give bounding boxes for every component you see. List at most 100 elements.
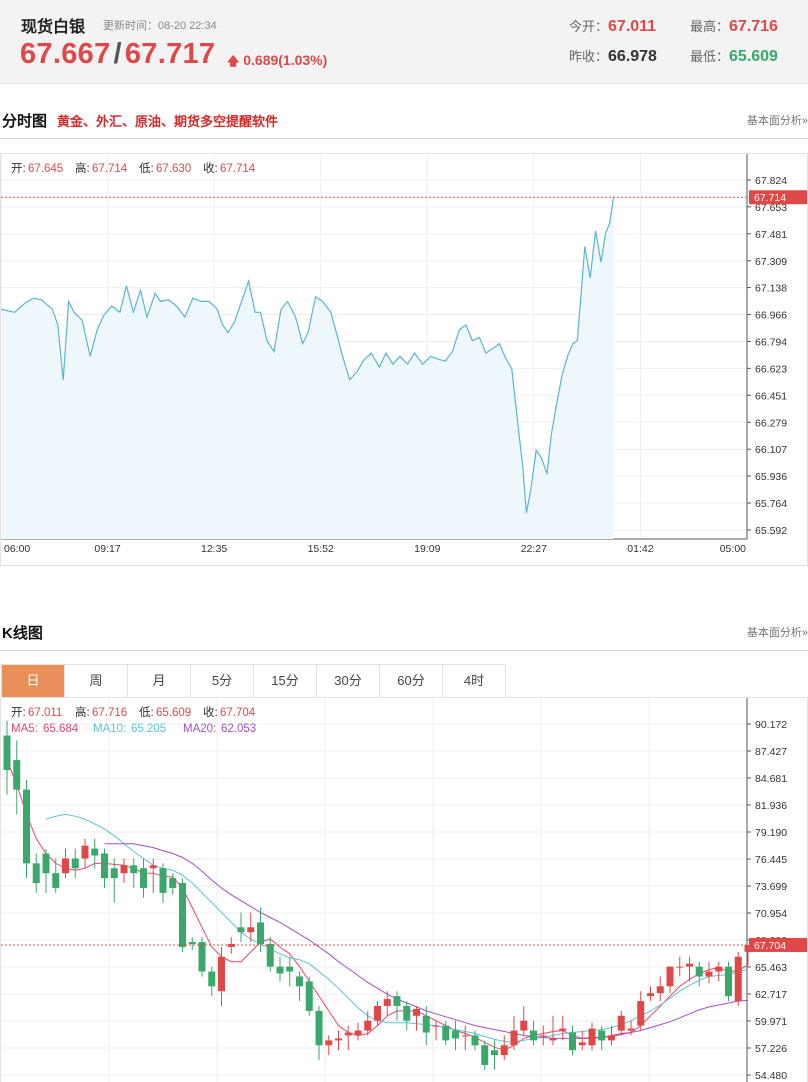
tab-kline-6[interactable]: 60分 (380, 665, 443, 697)
candle-body (91, 848, 99, 856)
candle (179, 878, 186, 952)
x-tick-label: 06:00 (4, 543, 30, 555)
candle (266, 937, 274, 972)
candle-body (491, 1050, 498, 1056)
info-label: 收: (203, 705, 218, 719)
fundamental-analysis-link[interactable]: 基本面分析» (747, 112, 808, 128)
candle-body (169, 878, 177, 888)
candle-body (188, 942, 196, 945)
candle-body (559, 1028, 567, 1031)
candle-body (422, 1015, 430, 1033)
info-label: 高: (75, 705, 90, 719)
info-value: 65.609 (156, 707, 191, 719)
candle-body (510, 1030, 518, 1046)
y-tick-label: 66.279 (755, 417, 787, 429)
candle (705, 961, 713, 984)
y-tick-label: 70.954 (755, 908, 787, 920)
kline-chart-box: 90.172 87.427 84.681 81.936 79.190 76.445 73.6… (0, 697, 808, 1082)
y-tick-label: 65.764 (755, 498, 787, 510)
candle-body (42, 853, 50, 874)
candle (62, 848, 69, 879)
kline-period-tabs: 日周月 5分 15分 30分 60分 4时 (1, 664, 506, 698)
x-tick-label: 19:09 (414, 543, 440, 555)
promo-link[interactable]: 黄金、外汇、原油、期货多空提醒软件 (57, 111, 278, 130)
candle (3, 720, 11, 795)
candle-body (539, 1035, 547, 1037)
tab-kline-1[interactable]: 周 (65, 665, 128, 697)
y-tick-label: 90.172 (755, 719, 787, 731)
y-tick-label: 62.717 (755, 989, 787, 1001)
y-tick-label: 67.138 (755, 283, 787, 295)
candle-body (442, 1025, 450, 1041)
candle (305, 976, 313, 1016)
candle (296, 971, 303, 1002)
candle-body (62, 858, 69, 874)
x-tick-label: 05:00 (720, 543, 746, 555)
candle (393, 991, 401, 1021)
tab-kline-7[interactable]: 4时 (443, 665, 506, 697)
x-tick-label: 01:42 (627, 543, 653, 555)
candle-body (686, 963, 693, 967)
candle (656, 976, 664, 1002)
candle-body (481, 1045, 489, 1065)
candle-body (13, 760, 21, 790)
candle-body (208, 971, 216, 987)
y-tick-label: 65.936 (755, 471, 787, 483)
info-value: 67.714 (220, 163, 256, 175)
candle-body (32, 863, 40, 884)
candle (354, 1022, 362, 1041)
fundamental-analysis-link-2[interactable]: 基本面分析» (747, 624, 808, 640)
candle (569, 1025, 576, 1056)
candle-body (71, 858, 79, 869)
candle (286, 956, 294, 987)
candle-body (413, 1008, 420, 1016)
candle-body (110, 868, 118, 879)
candle (461, 1025, 469, 1051)
kline-chart[interactable]: 90.172 87.427 84.681 81.936 79.190 76.445 73.6… (1, 698, 807, 1082)
price-slash: / (113, 38, 122, 70)
candle (23, 779, 30, 879)
candle-body (52, 873, 60, 888)
stat-low: 最低：65.609 (690, 48, 778, 65)
update-time: 更新时间：08-20 22:34 (103, 20, 217, 32)
candle-body (452, 1030, 459, 1039)
candle-body (695, 966, 703, 977)
ma-info-label: MA10: (93, 723, 126, 735)
candle (734, 951, 742, 1006)
candle-body (500, 1045, 508, 1056)
intraday-chart[interactable]: 67.82467.65367.48167.30967.13866.96666.7… (0, 154, 807, 565)
candle-body (393, 996, 401, 1006)
intraday-title: 分时图 (2, 113, 48, 130)
stat-prev-close: 昨收：66.978 (569, 48, 657, 65)
candle (637, 991, 645, 1031)
candle-body (335, 1038, 342, 1041)
x-tick-label: 15:52 (308, 543, 334, 555)
tab-kline-3[interactable]: 5分 (191, 665, 254, 697)
y-tick-label: 81.936 (755, 800, 787, 812)
y-tick-label: 57.226 (755, 1043, 787, 1055)
candle (325, 1035, 333, 1056)
candle-body (383, 999, 391, 1006)
candle (617, 1010, 625, 1036)
candle-body (549, 1038, 557, 1041)
candle-body (676, 966, 684, 968)
tab-kline-5[interactable]: 30分 (317, 665, 380, 697)
stat-high: 最高：67.716 (690, 18, 778, 35)
ma-info-value: 65.684 (43, 723, 79, 735)
candle-body (598, 1030, 606, 1041)
candle-body (471, 1035, 479, 1046)
x-tick-label: 22:27 (521, 543, 547, 555)
current-price-label: 67.714 (754, 192, 786, 204)
y-tick-label: 79.190 (755, 827, 787, 839)
candle (676, 956, 684, 977)
tab-kline-0[interactable]: 日 (2, 665, 65, 697)
bid-price: 67.667 (20, 38, 111, 70)
y-tick-label: 66.623 (755, 363, 787, 375)
tab-kline-4[interactable]: 15分 (254, 665, 317, 697)
ma-info-label: MA20: (183, 723, 216, 735)
candle-body (276, 966, 284, 974)
candle (413, 1005, 420, 1031)
candle-body (257, 922, 264, 945)
candle-body (198, 942, 206, 972)
tab-kline-2[interactable]: 月 (128, 665, 191, 697)
